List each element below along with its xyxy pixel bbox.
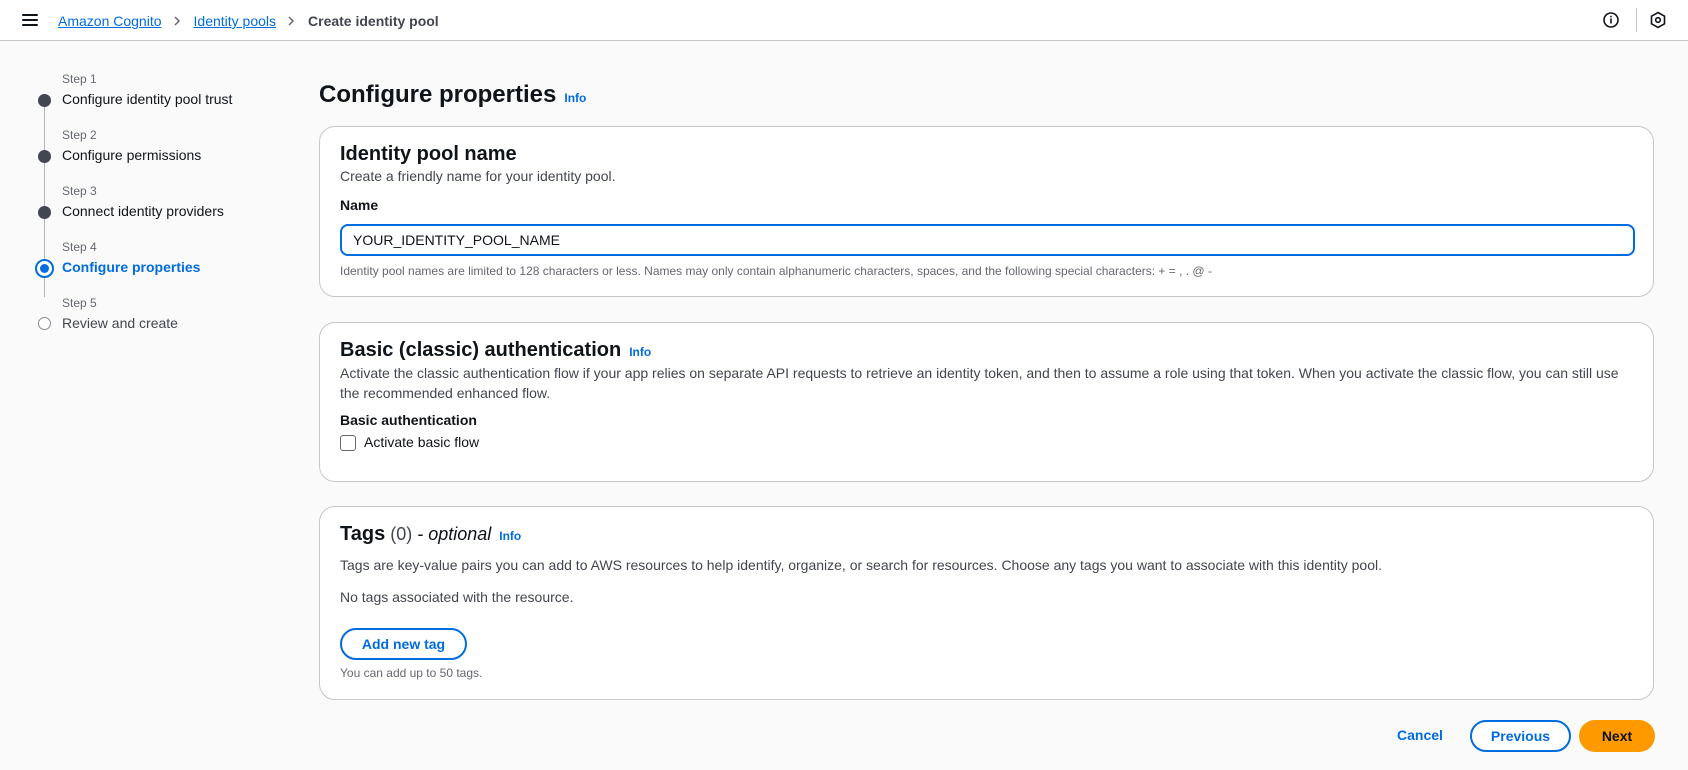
- identity-pool-name-input[interactable]: [340, 224, 1635, 256]
- basic-auth-title: Basic (classic) authentication Info: [340, 339, 651, 362]
- next-button[interactable]: Next: [1579, 720, 1655, 752]
- identity-pool-name-description: Create a friendly name for your identity…: [340, 168, 616, 184]
- name-field-label: Name: [340, 197, 379, 213]
- main-content-area: Step 1 Configure identity pool trust Ste…: [0, 41, 1688, 770]
- info-circle-icon[interactable]: [1602, 11, 1620, 29]
- tags-limit-hint: You can add up to 50 tags.: [340, 666, 483, 680]
- step-4-active-dot: [35, 259, 54, 278]
- basic-authentication-panel: Basic (classic) authentication Info Acti…: [319, 322, 1654, 482]
- tags-optional-label: - optional: [417, 524, 492, 544]
- page-title: Configure properties Info: [319, 81, 586, 109]
- step-4-title: Configure properties: [62, 259, 201, 275]
- step-1-complete-dot: [38, 94, 51, 107]
- identity-pool-name-panel: Identity pool name Create a friendly nam…: [319, 126, 1654, 297]
- step-1-label: Step 1: [62, 72, 97, 86]
- step-3-label: Step 3: [62, 184, 97, 198]
- breadcrumb-identity-pools[interactable]: Identity pools: [194, 13, 277, 29]
- step-5-label: Step 5: [62, 296, 97, 310]
- tags-panel: Tags (0) - optional Info Tags are key-va…: [319, 506, 1654, 700]
- step-2-label: Step 2: [62, 128, 97, 142]
- basic-auth-field-label: Basic authentication: [340, 412, 477, 428]
- breadcrumb-create-identity-pool: Create identity pool: [308, 13, 439, 29]
- chevron-right-icon: [288, 16, 295, 26]
- top-navigation-bar: Amazon Cognito Identity pools Create ide…: [0, 0, 1688, 41]
- tags-title: Tags (0) - optional Info: [340, 523, 521, 546]
- tags-info-link[interactable]: Info: [499, 529, 521, 543]
- hexagon-settings-icon[interactable]: [1649, 11, 1667, 29]
- hamburger-menu-icon[interactable]: [22, 12, 40, 28]
- page-title-text: Configure properties: [319, 81, 557, 108]
- name-constraint-hint: Identity pool names are limited to 128 c…: [340, 264, 1212, 278]
- step-5-title: Review and create: [62, 315, 178, 331]
- tags-empty-message: No tags associated with the resource.: [340, 589, 574, 605]
- basic-auth-info-link[interactable]: Info: [629, 345, 651, 359]
- cancel-button[interactable]: Cancel: [1397, 727, 1443, 743]
- page-info-link[interactable]: Info: [564, 91, 586, 105]
- basic-auth-title-text: Basic (classic) authentication: [340, 339, 622, 361]
- topbar-divider: [1636, 8, 1637, 32]
- basic-auth-description: Activate the classic authentication flow…: [340, 365, 1619, 401]
- activate-basic-flow-label[interactable]: Activate basic flow: [364, 434, 479, 450]
- step-5-pending-dot: [38, 317, 51, 330]
- chevron-right-icon: [173, 16, 180, 26]
- identity-pool-name-title: Identity pool name: [340, 143, 517, 165]
- previous-button[interactable]: Previous: [1470, 720, 1571, 752]
- step-3-title[interactable]: Connect identity providers: [62, 203, 224, 219]
- breadcrumb-amazon-cognito[interactable]: Amazon Cognito: [58, 13, 162, 29]
- tags-description: Tags are key-value pairs you can add to …: [340, 557, 1382, 573]
- step-4-label: Step 4: [62, 240, 97, 254]
- breadcrumb: Amazon Cognito Identity pools Create ide…: [58, 12, 439, 30]
- step-2-title[interactable]: Configure permissions: [62, 147, 201, 163]
- step-3-complete-dot: [38, 206, 51, 219]
- tags-count: (0): [390, 524, 413, 544]
- tags-title-text: Tags: [340, 523, 386, 545]
- step-1-title[interactable]: Configure identity pool trust: [62, 91, 232, 107]
- add-new-tag-button[interactable]: Add new tag: [340, 628, 467, 660]
- step-2-complete-dot: [38, 150, 51, 163]
- activate-basic-flow-checkbox[interactable]: [340, 435, 356, 451]
